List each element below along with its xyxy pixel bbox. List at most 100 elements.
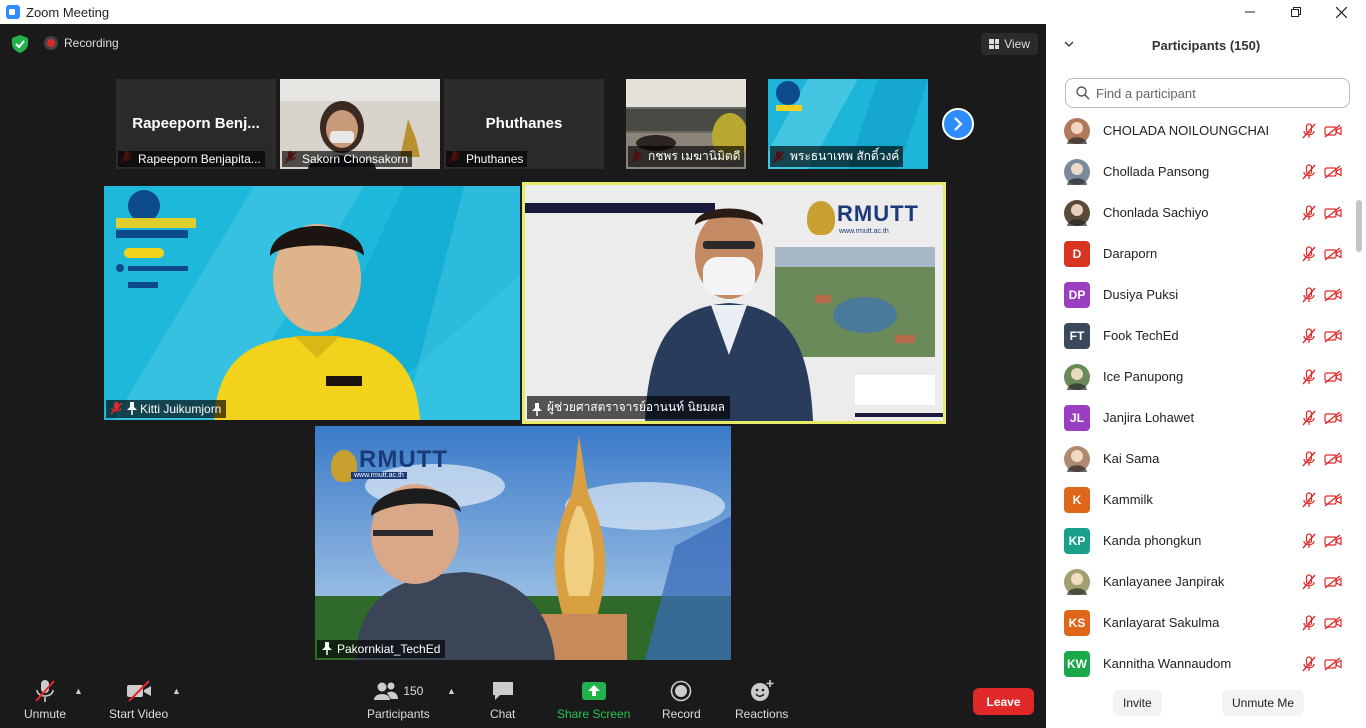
strip-tile-5[interactable]: พระธนาเทพ สักดิ์วงค์: [768, 79, 928, 169]
participant-avatar: [1064, 158, 1090, 185]
muted-mic-icon: [35, 680, 55, 702]
audio-options-caret[interactable]: ▲: [74, 686, 83, 696]
participant-video-off-icon: [1324, 451, 1342, 466]
participant-row[interactable]: KS Kanlayarat Sakulma: [1046, 602, 1356, 643]
participants-options-caret[interactable]: ▲: [447, 686, 456, 696]
participant-search-box[interactable]: [1065, 78, 1350, 108]
video-tile-anon[interactable]: RMUTT www.rmutt.ac.th ผู้ช่วยศาสตราจารย์…: [522, 182, 946, 424]
participants-count: 150: [403, 684, 424, 698]
security-shield-icon[interactable]: [12, 35, 28, 53]
recording-indicator[interactable]: Recording: [44, 36, 119, 50]
video-off-icon: [126, 680, 151, 702]
tile-name-label: Pakornkiat_TechEd: [317, 640, 446, 658]
participant-row[interactable]: FT Fook TechEd: [1046, 315, 1356, 356]
unmute-label: Unmute: [24, 707, 67, 721]
participant-video-off-icon: [1324, 164, 1342, 179]
minimize-icon: [1245, 11, 1255, 13]
participant-name: CHOLADA NOILOUNGCHAI: [1103, 123, 1270, 138]
participant-row[interactable]: JL Janjira Lohawet: [1046, 397, 1356, 438]
participant-row[interactable]: K Kammilk: [1046, 479, 1356, 520]
video-tile-kitti[interactable]: Kitti Juikumjorn: [104, 186, 520, 420]
participant-row[interactable]: Kanlayanee Janpirak: [1046, 561, 1356, 602]
participant-name: Ice Panupong: [1103, 369, 1184, 384]
participant-name: Janjira Lohawet: [1103, 410, 1195, 425]
participant-name: Kanlayanee Janpirak: [1103, 574, 1225, 589]
tile-name-label: Rapeeporn Benjapita...: [118, 151, 265, 167]
participant-row[interactable]: Kai Sama: [1046, 438, 1356, 479]
reactions-label: Reactions: [735, 707, 789, 721]
leave-button[interactable]: Leave: [973, 688, 1034, 715]
brand-site-text: www.rmutt.ac.th: [351, 472, 407, 479]
start-video-label: Start Video: [109, 707, 169, 721]
muted-mic-icon: [110, 402, 123, 415]
pin-icon: [532, 403, 542, 416]
title-bar: Zoom Meeting: [0, 0, 1366, 24]
participant-row[interactable]: KP Kanda phongkun: [1046, 520, 1356, 561]
participant-row[interactable]: Chonlada Sachiyo: [1046, 192, 1356, 233]
tile-name-label: ผู้ช่วยศาสตราจารย์อานนท์ นิยมผล: [527, 396, 730, 419]
participant-avatar: FT: [1064, 322, 1090, 349]
restore-button[interactable]: [1273, 0, 1319, 24]
participant-avatar: [1064, 363, 1090, 390]
strip-tile-4[interactable]: กชพร เมฆานิมิตดี: [626, 79, 746, 169]
reactions-icon: [750, 680, 774, 701]
tile-name-text: Pakornkiat_TechEd: [337, 642, 441, 656]
share-screen-button[interactable]: Share Screen: [557, 678, 630, 721]
participant-row[interactable]: Ice Panupong: [1046, 356, 1356, 397]
record-label: Record: [662, 707, 701, 721]
participant-name: Fook TechEd: [1103, 328, 1179, 343]
chevron-right-icon: [954, 117, 963, 131]
participant-muted-mic-icon: [1302, 409, 1316, 425]
participant-search-input[interactable]: [1096, 85, 1336, 101]
participant-name: Chollada Pansong: [1103, 164, 1210, 179]
participant-name: Kanda phongkun: [1103, 533, 1202, 548]
participant-avatar: [1064, 117, 1090, 144]
brand-site-text: www.rmutt.ac.th: [839, 228, 889, 235]
unmute-button[interactable]: Unmute: [24, 678, 66, 721]
invite-button[interactable]: Invite: [1113, 690, 1162, 716]
participant-avatar: [1064, 199, 1090, 226]
strip-next-button[interactable]: [942, 108, 974, 140]
tile-name-label: Kitti Juikumjorn: [106, 400, 227, 418]
strip-tile-3[interactable]: Phuthanes Phuthanes: [444, 79, 604, 169]
strip-tile-2[interactable]: Sakorn Chonsakorn: [280, 79, 440, 169]
tile-big-name: Phuthanes: [485, 115, 563, 132]
window-title: Zoom Meeting: [26, 4, 110, 20]
participant-row[interactable]: Chollada Pansong: [1046, 151, 1356, 192]
participant-video-off-icon: [1324, 615, 1342, 630]
control-bar: Unmute ▲ Start Video ▲ 150 Participants …: [0, 672, 1046, 728]
participant-muted-mic-icon: [1302, 163, 1316, 179]
participant-muted-mic-icon: [1302, 204, 1316, 220]
zoom-logo-icon: [6, 5, 20, 19]
participant-muted-mic-icon: [1302, 327, 1316, 343]
participants-scrollbar[interactable]: [1356, 200, 1362, 252]
view-button[interactable]: View: [981, 33, 1038, 55]
tile-big-name: Rapeeporn Benj...: [132, 115, 260, 132]
participant-muted-mic-icon: [1302, 368, 1316, 384]
participant-row[interactable]: DP Dusiya Puksi: [1046, 274, 1356, 315]
participant-avatar: [1064, 445, 1090, 472]
unmute-me-button[interactable]: Unmute Me: [1222, 690, 1305, 716]
chat-button[interactable]: Chat: [490, 678, 515, 721]
participant-name: Daraporn: [1103, 246, 1158, 261]
strip-tile-1[interactable]: Rapeeporn Benj... Rapeeporn Benjapita...: [116, 79, 276, 169]
minimize-button[interactable]: [1227, 0, 1273, 24]
close-icon: [1335, 6, 1347, 18]
participant-avatar: JL: [1064, 404, 1090, 431]
participant-video-off-icon: [1324, 369, 1342, 384]
close-button[interactable]: [1318, 0, 1364, 24]
meeting-top-bar: Recording View: [0, 32, 1046, 56]
participant-row[interactable]: KW Kannitha Wannaudom: [1046, 643, 1356, 680]
video-tile-pakornkiat[interactable]: RMUTT www.rmutt.ac.th Pakornkiat_TechEd: [315, 426, 731, 660]
video-options-caret[interactable]: ▲: [172, 686, 181, 696]
participant-row[interactable]: CHOLADA NOILOUNGCHAI: [1046, 110, 1356, 151]
participant-muted-mic-icon: [1302, 245, 1316, 261]
start-video-button[interactable]: Start Video: [109, 678, 168, 721]
reactions-button[interactable]: Reactions: [735, 678, 788, 721]
participant-muted-mic-icon: [1302, 614, 1316, 630]
record-button[interactable]: Record: [662, 678, 701, 721]
participants-button[interactable]: 150 Participants: [367, 678, 430, 721]
participant-row[interactable]: D Daraporn: [1046, 233, 1356, 274]
participant-muted-mic-icon: [1302, 286, 1316, 302]
tile-name-label: Phuthanes: [446, 151, 528, 167]
